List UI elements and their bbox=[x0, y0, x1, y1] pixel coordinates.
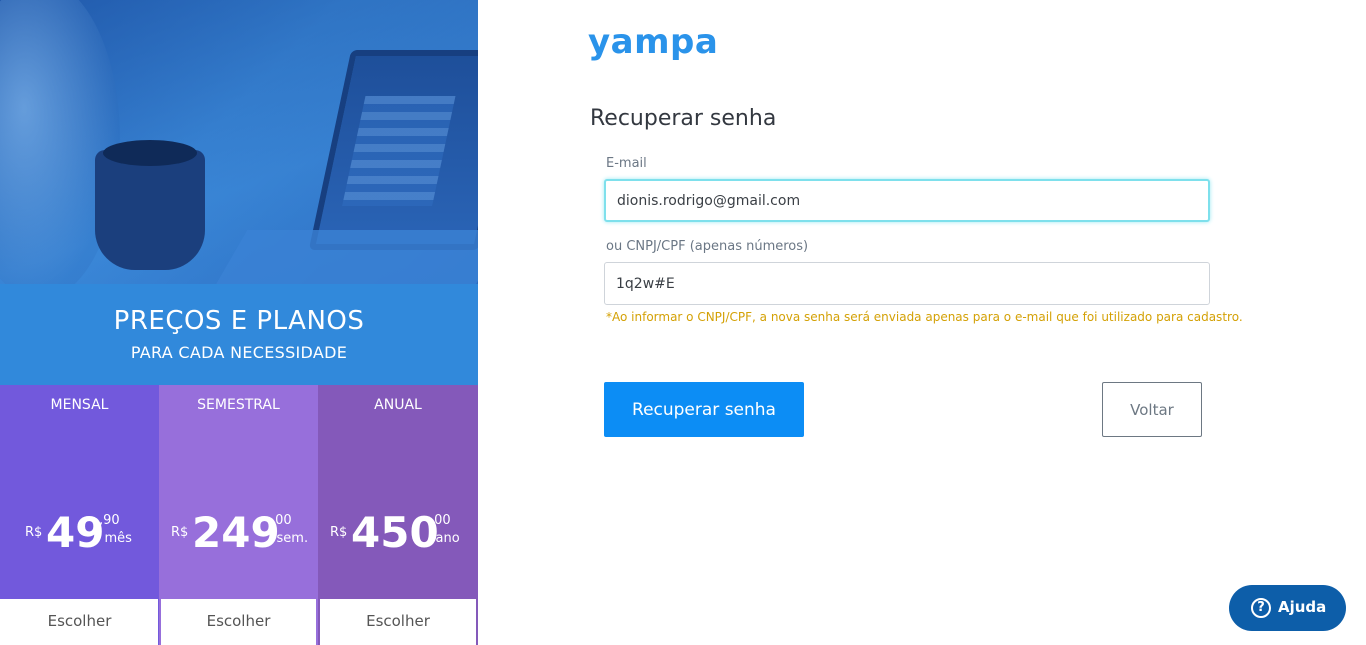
price-cents: ,90 bbox=[99, 513, 120, 528]
help-label: Ajuda bbox=[1278, 598, 1327, 616]
yampa-logo: yampa bbox=[588, 22, 719, 62]
plan-card-monthly: MENSAL R$ 49 ,90 / mês Escolher bbox=[0, 385, 159, 645]
plans-row: MENSAL R$ 49 ,90 / mês Escolher SEMESTRA… bbox=[0, 385, 478, 645]
choose-semiannual-button[interactable]: Escolher bbox=[159, 599, 318, 645]
price-currency: R$ bbox=[25, 525, 43, 540]
email-label: E-mail bbox=[606, 156, 647, 171]
price-period: / sem. bbox=[268, 531, 309, 546]
price-cents: ,00 bbox=[271, 513, 292, 528]
help-button[interactable]: ? Ajuda bbox=[1229, 585, 1346, 631]
pricing-subtitle: PARA CADA NECESSIDADE bbox=[130, 343, 348, 362]
price-currency: R$ bbox=[330, 525, 348, 540]
price-cents: ,00 bbox=[430, 513, 451, 528]
recover-password-page: PREÇOS E PLANOS PARA CADA NECESSIDADE ME… bbox=[0, 0, 1366, 645]
price-amount: 249 bbox=[192, 508, 280, 557]
hero-image bbox=[0, 0, 478, 284]
question-circle-icon: ? bbox=[1251, 598, 1271, 618]
price-period: / mês bbox=[96, 531, 132, 546]
cnpj-cpf-hint: *Ao informar o CNPJ/CPF, a nova senha se… bbox=[606, 310, 1243, 324]
choose-annual-button[interactable]: Escolher bbox=[318, 599, 478, 645]
cnpj-cpf-field[interactable] bbox=[604, 262, 1210, 305]
plan-card-annual: ANUAL R$ 450 ,00 / ano Escolher bbox=[318, 385, 478, 645]
pricing-title: PREÇOS E PLANOS bbox=[113, 306, 365, 336]
plan-name: SEMESTRAL bbox=[197, 397, 280, 413]
page-title: Recuperar senha bbox=[590, 106, 777, 131]
plan-card-semiannual: SEMESTRAL R$ 249 ,00 / sem. Escolher bbox=[159, 385, 318, 645]
price-period: / ano bbox=[427, 531, 460, 546]
plan-name: MENSAL bbox=[50, 397, 109, 413]
email-field[interactable] bbox=[604, 179, 1210, 222]
price-amount: 450 bbox=[351, 508, 439, 557]
pricing-headline: PREÇOS E PLANOS PARA CADA NECESSIDADE bbox=[0, 284, 478, 385]
choose-monthly-button[interactable]: Escolher bbox=[0, 599, 159, 645]
back-button[interactable]: Voltar bbox=[1102, 382, 1202, 437]
plan-name: ANUAL bbox=[374, 397, 422, 413]
recover-password-button[interactable]: Recuperar senha bbox=[604, 382, 804, 437]
price-currency: R$ bbox=[171, 525, 189, 540]
cnpj-cpf-label: ou CNPJ/CPF (apenas números) bbox=[606, 239, 809, 254]
pricing-promo-panel: PREÇOS E PLANOS PARA CADA NECESSIDADE ME… bbox=[0, 0, 478, 645]
